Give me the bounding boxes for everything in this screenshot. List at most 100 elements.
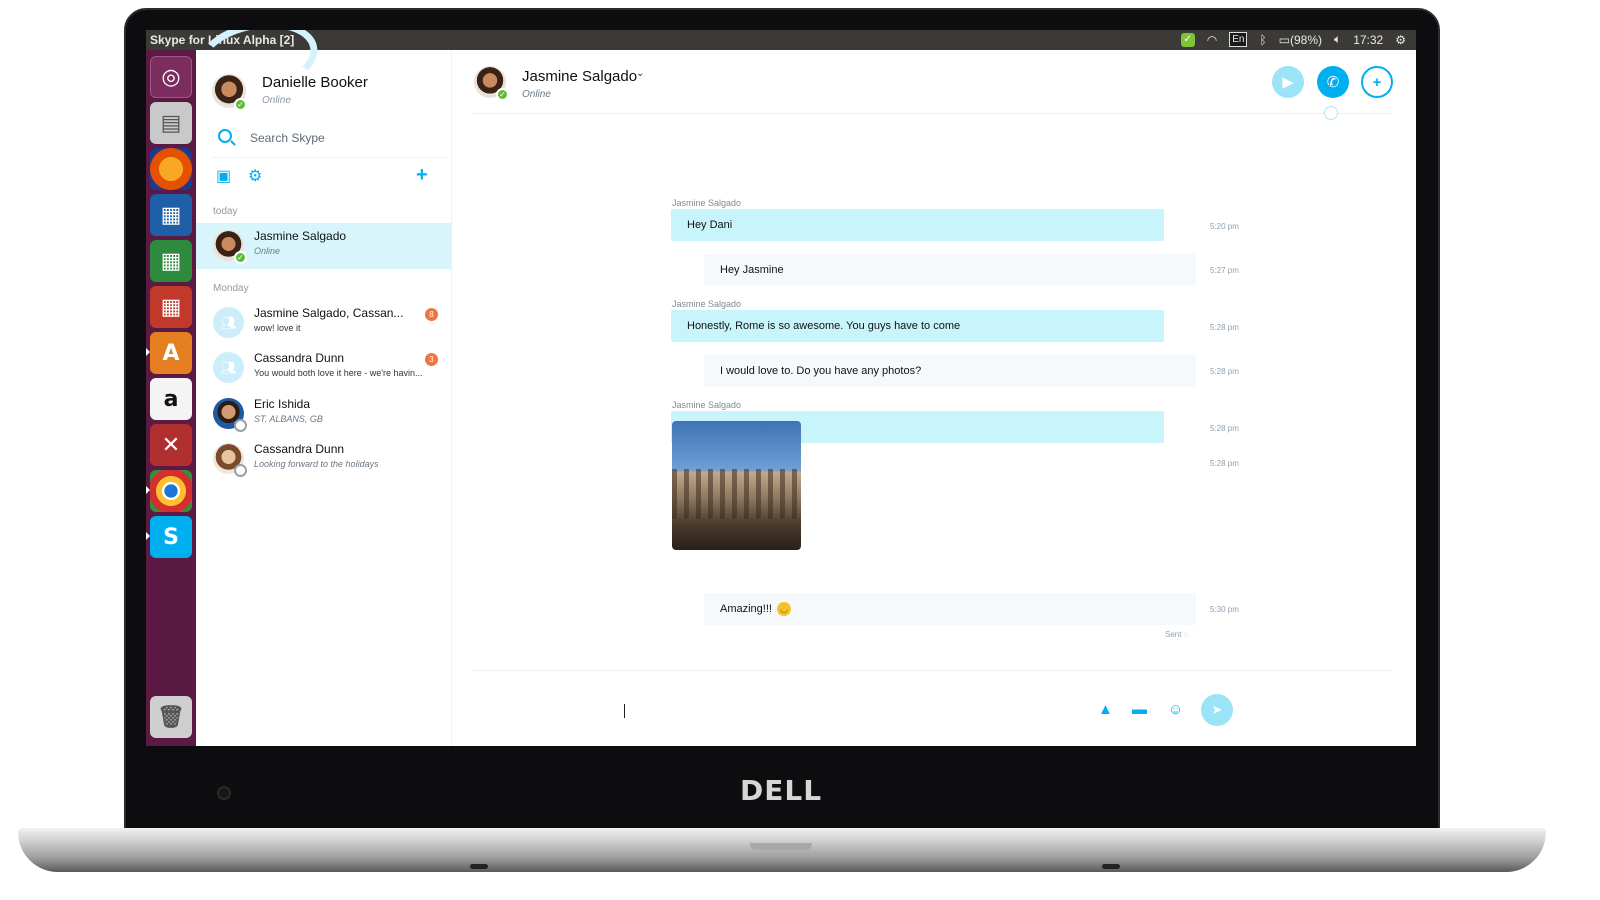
settings-gear-icon[interactable]: ⚙	[248, 168, 262, 186]
group-icon: 👥︎	[213, 307, 244, 338]
laptop-base	[18, 828, 1546, 872]
chat-name: Jasmine Salgado	[254, 229, 347, 243]
webcam-dot	[217, 786, 231, 800]
skype-sidebar: ✓ Danielle Booker Online ▣ ⚙ + today ✓ J…	[192, 30, 452, 746]
message-text: Amazing!!!	[720, 603, 772, 615]
message-time: 5:28 pm	[1210, 367, 1239, 376]
chat-name: Jasmine Salgado, Cassan...	[254, 306, 404, 320]
wifi-icon[interactable]: ◠	[1207, 33, 1217, 47]
list-item[interactable]: ✓ Jasmine Salgado Online	[196, 223, 452, 269]
message-bubble-incoming[interactable]: Honestly, Rome is so awesome. You guys h…	[671, 310, 1164, 342]
bluetooth-icon[interactable]: ᛒ	[1259, 33, 1266, 47]
sent-label: Sent	[1165, 630, 1182, 639]
profile-status[interactable]: Online	[262, 95, 291, 106]
files-icon[interactable]: ▤	[150, 102, 192, 144]
message-time: 5:28 pm	[1210, 459, 1239, 468]
chat-subtitle: You would both love it here - we're havi…	[254, 368, 423, 378]
message-bubble-outgoing[interactable]: Amazing!!! ◡	[704, 593, 1196, 625]
smile-emoji-icon: ◡	[777, 602, 792, 617]
send-contact-icon[interactable]: ▬	[1132, 702, 1147, 718]
message-sender: Jasmine Salgado	[672, 299, 742, 309]
system-settings-icon[interactable]: ✕	[150, 424, 192, 466]
battery-indicator[interactable]: ▭(98%)	[1279, 33, 1322, 47]
away-status-icon	[234, 419, 247, 432]
search-icon	[218, 129, 232, 143]
message-time: 5:27 pm	[1210, 266, 1239, 275]
skype-icon[interactable]: S	[150, 516, 192, 558]
text-caret	[624, 704, 625, 718]
message-bubble-outgoing[interactable]: Hey Jasmine	[704, 254, 1196, 286]
ubuntu-dash-icon[interactable]: ◎	[150, 56, 192, 98]
send-button[interactable]: ➤	[1201, 694, 1233, 726]
unread-badge: 8	[425, 308, 438, 321]
phone-icon: ✆	[1326, 74, 1340, 91]
battery-icon: ▭	[1278, 32, 1290, 47]
list-item[interactable]: Eric Ishida ST. ALBANS, GB	[196, 391, 452, 437]
gear-icon[interactable]: ⚙	[1395, 33, 1406, 47]
system-top-panel: Skype for Linux Alpha [2] ✓ ◠ En ᛒ ▭(98%…	[146, 30, 1416, 50]
away-status-icon	[234, 464, 247, 477]
firefox-icon[interactable]	[150, 148, 192, 190]
software-center-icon[interactable]: A	[150, 332, 192, 374]
chat-subtitle: ST. ALBANS, GB	[254, 414, 323, 424]
send-arrow-icon: ➤	[1211, 702, 1223, 717]
calc-icon[interactable]: ▦	[150, 240, 192, 282]
add-person-icon: +	[1372, 73, 1382, 91]
add-participant-button[interactable]: +	[1361, 66, 1393, 98]
writer-icon[interactable]: ▦	[150, 194, 192, 236]
message-bubble-outgoing[interactable]: I would love to. Do you have any photos?	[704, 355, 1196, 387]
online-status-icon: ✓	[496, 88, 509, 101]
profile-name[interactable]: Danielle Booker	[262, 74, 368, 91]
shared-photo[interactable]	[672, 421, 801, 550]
audio-call-button[interactable]: ✆	[1317, 66, 1349, 98]
group-icon: 👥︎	[213, 352, 244, 383]
laptop-notch	[750, 843, 812, 850]
trash-icon[interactable]: 🗑︎	[150, 696, 192, 738]
chat-subtitle: wow! love it	[254, 323, 301, 333]
clock[interactable]: 17:32	[1353, 33, 1383, 47]
emoji-icon[interactable]: ☺	[1168, 702, 1183, 718]
message-time: 5:30 pm	[1210, 605, 1239, 614]
send-file-icon[interactable]: ▲	[1098, 702, 1113, 718]
conversation-title[interactable]: Jasmine Salgado	[522, 68, 637, 85]
amazon-icon[interactable]: a	[150, 378, 192, 420]
laptop-foot	[1102, 864, 1120, 869]
message-time: 5:28 pm	[1210, 323, 1239, 332]
volume-icon[interactable]: 🔈︎	[1334, 32, 1341, 47]
message-input[interactable]	[620, 700, 1080, 722]
input-language[interactable]: En	[1229, 32, 1248, 47]
list-item[interactable]: Cassandra Dunn Looking forward to the ho…	[196, 436, 452, 482]
message-sender: Jasmine Salgado	[672, 400, 742, 410]
chevron-down-icon[interactable]: ⌄	[636, 68, 644, 79]
video-camera-icon: ▶	[1282, 74, 1294, 91]
online-status-icon: ✓	[234, 98, 247, 111]
impress-icon[interactable]: ▦	[150, 286, 192, 328]
message-bubble-incoming[interactable]: Hey Dani	[671, 209, 1164, 241]
chrome-icon[interactable]	[150, 470, 192, 512]
section-label-monday: Monday	[213, 283, 249, 294]
search-bar[interactable]	[212, 120, 448, 158]
compose-divider	[472, 670, 1392, 671]
search-input[interactable]	[250, 128, 440, 148]
system-tray: ✓ ◠ En ᛒ ▭(98%) 🔈︎ 17:32 ⚙	[1180, 32, 1406, 47]
chat-subtitle: Online	[254, 246, 281, 256]
chat-subtitle: Looking forward to the holidays	[254, 459, 379, 469]
globe-icon	[1324, 106, 1338, 120]
add-icon[interactable]: +	[416, 165, 428, 185]
header-divider	[472, 113, 1392, 114]
battery-percent: (98%)	[1289, 32, 1322, 47]
message-time: 5:28 pm	[1210, 424, 1239, 433]
contacts-icon[interactable]: ▣	[216, 168, 231, 186]
conversation-status: Online	[522, 89, 551, 100]
message-sender: Jasmine Salgado	[672, 198, 742, 208]
list-item[interactable]: 👥︎ Cassandra Dunn You would both love it…	[196, 345, 452, 391]
sent-status: Sent ◌	[1165, 630, 1188, 639]
video-call-button[interactable]: ▶	[1272, 66, 1304, 98]
section-label-today: today	[213, 206, 238, 217]
check-circle-icon: ◌	[1183, 630, 1189, 639]
chat-name: Cassandra Dunn	[254, 351, 345, 365]
message-time: 5:20 pm	[1210, 222, 1239, 231]
chat-name: Eric Ishida	[254, 397, 311, 411]
list-item[interactable]: 👥︎ Jasmine Salgado, Cassan... wow! love …	[196, 300, 452, 346]
update-check-icon[interactable]: ✓	[1180, 32, 1195, 47]
